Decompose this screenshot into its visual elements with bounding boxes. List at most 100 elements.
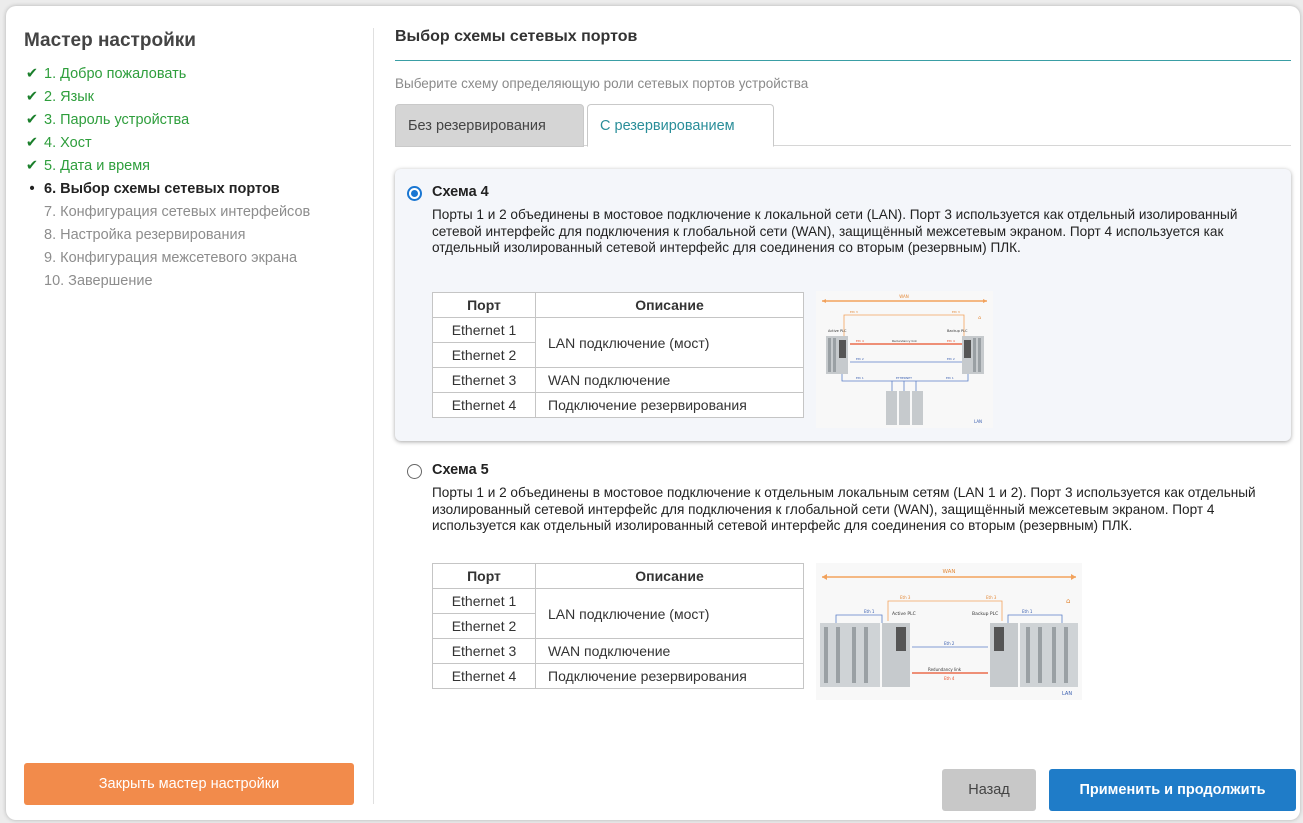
description-cell: WAN подключение bbox=[535, 367, 804, 393]
table-header-row: Порт Описание bbox=[432, 292, 804, 318]
scheme-4-diagram: WAN Eth 3 Eth 3 ⌂ Active PLC Backup PLC … bbox=[816, 291, 993, 428]
bullet-icon: • bbox=[29, 180, 35, 197]
step-label: 3. Пароль устройства bbox=[44, 111, 190, 128]
eth-label: Eth 4 bbox=[944, 676, 955, 681]
step-list: ✔ 1. Добро пожаловать ✔ 2. Язык ✔ 3. Пароль… bbox=[24, 62, 364, 292]
eth-label: Eth 2 bbox=[944, 641, 955, 646]
port-table: Порт Описание Ethernet 1 LAN подключение… bbox=[432, 563, 804, 689]
redundancy-label: Redundancy link bbox=[892, 339, 917, 343]
active-plc-label: Active PLC bbox=[828, 329, 847, 333]
port-cell: Ethernet 4 bbox=[432, 392, 536, 418]
tab-no-redundancy[interactable]: Без резервирования bbox=[395, 104, 584, 147]
table-row: Ethernet 4 Подключение резервирования bbox=[432, 663, 804, 689]
step-item: ✔ 1. Добро пожаловать bbox=[24, 62, 364, 85]
redundancy-label: Redundancy link bbox=[928, 667, 962, 672]
eth-label: Eth 2 bbox=[947, 357, 955, 361]
eth-label: Eth 3 bbox=[986, 595, 997, 600]
eth-label: Eth 3 bbox=[850, 310, 858, 314]
scheme-5-diagram: WAN Eth 3 Eth 3 ⌂ Active PLC Backup PLC … bbox=[816, 563, 1082, 700]
step-label: 6. Выбор схемы сетевых портов bbox=[44, 180, 280, 197]
eth-label: Eth 2 bbox=[856, 357, 864, 361]
eth-label: Eth 1 bbox=[946, 376, 954, 380]
scheme-description: Порты 1 и 2 объединены в мостовое подклю… bbox=[432, 485, 1256, 533]
scheme-5-card[interactable]: Схема 5 Порты 1 и 2 объединены в мостово… bbox=[395, 447, 1291, 709]
wan-label: WAN bbox=[942, 569, 955, 575]
eth-label: Eth 1 bbox=[1022, 609, 1033, 614]
ethernet-label: ETHERNET bbox=[896, 376, 912, 380]
eth-label: Eth 4 bbox=[856, 339, 864, 343]
apply-continue-button[interactable]: Применить и продолжить bbox=[1049, 769, 1296, 811]
column-header: Порт bbox=[432, 563, 536, 589]
step-item: ✔ 4. Хост bbox=[24, 131, 364, 154]
check-icon: ✔ bbox=[25, 88, 39, 105]
page-subtitle: Выберите схему определяющую роли сетевых… bbox=[395, 76, 809, 91]
port-cell: Ethernet 2 bbox=[432, 613, 536, 639]
step-item: 10. Завершение bbox=[24, 269, 364, 292]
close-wizard-button[interactable]: Закрыть мастер настройки bbox=[24, 763, 354, 805]
eth-label: Eth 4 bbox=[947, 339, 955, 343]
step-item-current: • 6. Выбор схемы сетевых портов bbox=[24, 177, 364, 200]
firewall-icon: ⌂ bbox=[978, 315, 981, 321]
port-cell: Ethernet 1 bbox=[432, 317, 536, 343]
step-label: 7. Конфигурация сетевых интерфейсов bbox=[44, 203, 311, 220]
table-row: Ethernet 1 LAN подключение (мост) bbox=[432, 317, 804, 368]
step-item: 9. Конфигурация межсетевого экрана bbox=[24, 246, 364, 269]
scheme-name: Схема 5 bbox=[432, 462, 489, 478]
lan-label: LAN bbox=[974, 419, 982, 424]
eth-label: Eth 3 bbox=[900, 595, 911, 600]
port-table: Порт Описание Ethernet 1 LAN подключение… bbox=[432, 292, 804, 418]
wizard-sidebar: Мастер настройки ✔ 1. Добро пожаловать ✔ 2… bbox=[24, 30, 364, 810]
scheme-5-radio[interactable] bbox=[407, 464, 422, 479]
backup-plc-label: Backup PLC bbox=[947, 329, 968, 333]
scheme-description: Порты 1 и 2 объединены в мостовое подклю… bbox=[432, 207, 1238, 255]
description-cell: LAN подключение (мост) bbox=[535, 588, 804, 639]
step-label: 8. Настройка резервирования bbox=[44, 226, 246, 243]
column-header: Порт bbox=[432, 292, 536, 318]
tab-redundancy[interactable]: С резервированием bbox=[587, 104, 774, 147]
description-cell: LAN подключение (мост) bbox=[535, 317, 804, 368]
active-plc-label: Active PLC bbox=[892, 611, 916, 617]
wan-label: WAN bbox=[899, 294, 908, 299]
sidebar-title: Мастер настройки bbox=[24, 30, 196, 51]
eth-label: Eth 3 bbox=[952, 310, 960, 314]
page-title: Выбор схемы сетевых портов bbox=[395, 28, 1291, 61]
step-label: 10. Завершение bbox=[44, 272, 153, 289]
step-label: 1. Добро пожаловать bbox=[44, 65, 187, 82]
step-item: 8. Настройка резервирования bbox=[24, 223, 364, 246]
port-cell: Ethernet 3 bbox=[432, 367, 536, 393]
step-label: 5. Дата и время bbox=[44, 157, 151, 174]
scheme-4-card[interactable]: Схема 4 Порты 1 и 2 объединены в мостово… bbox=[395, 169, 1291, 441]
table-header-row: Порт Описание bbox=[432, 563, 804, 589]
column-header: Описание bbox=[535, 292, 804, 318]
column-header: Описание bbox=[535, 563, 804, 589]
firewall-icon: ⌂ bbox=[1066, 597, 1070, 605]
port-cell: Ethernet 2 bbox=[432, 342, 536, 368]
main-panel: Выбор схемы сетевых портов Выберите схем… bbox=[395, 28, 1296, 811]
back-button[interactable]: Назад bbox=[942, 769, 1036, 811]
step-item: ✔ 2. Язык bbox=[24, 85, 364, 108]
scheme-4-radio[interactable] bbox=[407, 186, 422, 201]
backup-plc-label: Backup PLC bbox=[972, 611, 998, 617]
description-cell: WAN подключение bbox=[535, 638, 804, 664]
port-cell: Ethernet 3 bbox=[432, 638, 536, 664]
eth-label: Eth 1 bbox=[864, 609, 875, 614]
tab-bar: Без резервирования С резервированием bbox=[395, 104, 1291, 147]
check-icon: ✔ bbox=[25, 134, 39, 151]
table-row: Ethernet 4 Подключение резервирования bbox=[432, 392, 804, 418]
description-cell: Подключение резервирования bbox=[535, 663, 804, 689]
table-row: Ethernet 1 LAN подключение (мост) bbox=[432, 588, 804, 639]
step-label: 4. Хост bbox=[44, 134, 92, 151]
step-item: ✔ 3. Пароль устройства bbox=[24, 108, 364, 131]
check-icon: ✔ bbox=[25, 111, 39, 128]
check-icon: ✔ bbox=[25, 157, 39, 174]
port-cell: Ethernet 4 bbox=[432, 663, 536, 689]
lan-label: LAN bbox=[1062, 691, 1072, 697]
step-label: 2. Язык bbox=[44, 88, 95, 105]
port-cell: Ethernet 1 bbox=[432, 588, 536, 614]
table-row: Ethernet 3 WAN подключение bbox=[432, 638, 804, 664]
scheme-name: Схема 4 bbox=[432, 184, 489, 200]
wizard-window: Мастер настройки ✔ 1. Добро пожаловать ✔ 2… bbox=[6, 6, 1300, 820]
step-item: ✔ 5. Дата и время bbox=[24, 154, 364, 177]
step-label: 9. Конфигурация межсетевого экрана bbox=[44, 249, 298, 266]
sidebar-divider bbox=[373, 28, 374, 804]
